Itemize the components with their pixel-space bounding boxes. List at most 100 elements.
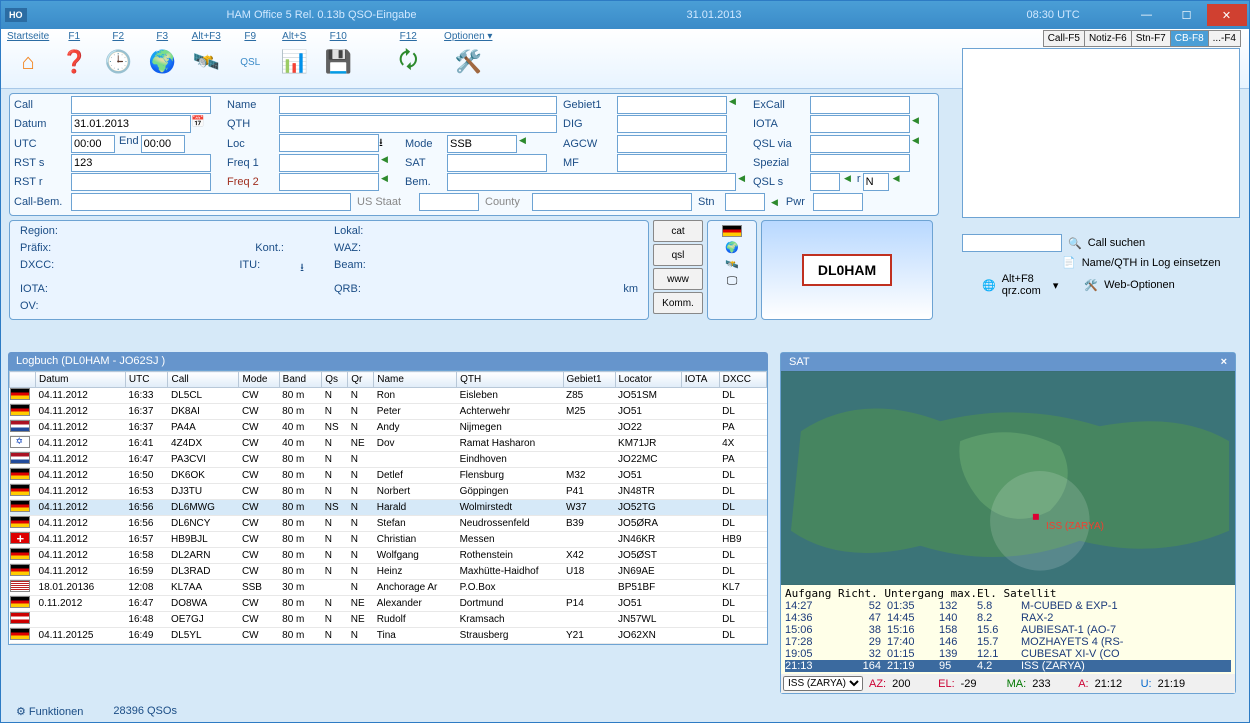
search-icon[interactable]: 🔍 — [1068, 237, 1082, 250]
table-row[interactable]: 04.11.201216:57HB9BJLCW80 mNNChristianMe… — [10, 532, 767, 548]
menu-f1[interactable]: F1 — [68, 31, 80, 45]
sat-close-icon[interactable]: × — [1221, 356, 1227, 368]
sat-row[interactable]: 14:27 5201:35132 5.8M-CUBED & EXP-1 — [785, 600, 1231, 612]
table-row[interactable]: 04.11.201216:56DL6MWGCW80 mNSNHaraldWolm… — [10, 500, 767, 516]
field[interactable] — [617, 96, 727, 114]
log-table[interactable]: DatumUTCCallModeBandQsQrNameQTHGebiet1Lo… — [9, 371, 767, 644]
tools-icon[interactable]: 🛠️ — [451, 45, 485, 79]
menu-f2[interactable]: F2 — [112, 31, 124, 45]
region-info: Region:Lokal: Präfix:Kont.:WAZ: DXCC:⭳IT… — [9, 220, 649, 320]
fld-county[interactable] — [532, 193, 692, 211]
stats-icon[interactable]: 📊 — [277, 45, 311, 79]
table-row[interactable]: 04.11.201216:37DK8AICW80 mNNPeterAchterw… — [10, 404, 767, 420]
doc-icon[interactable]: 📄 — [1062, 256, 1076, 269]
table-row[interactable]: 04.11.201216:47PA3CVICW80 mNNEindhovenJO… — [10, 452, 767, 468]
qrz-label[interactable]: Alt+F8 qrz.com — [1002, 273, 1041, 297]
search-label[interactable]: Call suchen — [1088, 237, 1145, 249]
menu-f3[interactable]: F3 — [156, 31, 168, 45]
status-func[interactable]: ⚙ Funktionen — [16, 705, 83, 718]
field[interactable] — [810, 96, 910, 114]
refresh-icon[interactable]: 🗘 — [391, 45, 425, 79]
fld-pwr[interactable] — [813, 193, 863, 211]
menu-alts[interactable]: Alt+S — [282, 31, 306, 45]
sat-row[interactable]: 21:13 16421:19 95 4.2ISS (ZARYA) — [785, 660, 1231, 672]
field[interactable] — [617, 135, 727, 153]
globe-mini-icon[interactable]: 🌍 — [725, 241, 739, 254]
insert-label[interactable]: Name/QTH in Log einsetzen — [1082, 257, 1221, 269]
fld-usstaat[interactable] — [419, 193, 479, 211]
close-button[interactable]: ✕ — [1207, 4, 1247, 26]
calendar-icon[interactable]: 📅 — [191, 115, 205, 133]
sat-row[interactable]: 19:05 3201:1513912.1CUBESAT XI-V (CO — [785, 648, 1231, 660]
tab-3[interactable]: CB-F8 — [1170, 30, 1209, 47]
search-call-input[interactable] — [962, 234, 1062, 252]
menu-altf3[interactable]: Alt+F3 — [192, 31, 221, 45]
table-row[interactable]: 04.11.201216:59DL3RADCW80 mNNHeinzMaxhüt… — [10, 564, 767, 580]
field[interactable] — [71, 154, 211, 172]
btn-qsl[interactable]: qsl — [653, 244, 703, 266]
tab-0[interactable]: Call-F5 — [1043, 30, 1085, 47]
flag-panel: DL0HAM — [761, 220, 933, 320]
tab-1[interactable]: Notiz-F6 — [1084, 30, 1132, 47]
field[interactable] — [617, 115, 727, 133]
menu-f9[interactable]: F9 — [244, 31, 256, 45]
sat-mini-icon[interactable]: 🛰️ — [725, 258, 739, 271]
table-row[interactable]: 16:48OE7GJCW80 mNNERudolfKramsachJN57WLD… — [10, 612, 767, 628]
monitor-icon[interactable]: 🖵 — [727, 275, 738, 288]
field[interactable] — [71, 173, 211, 191]
btn-www[interactable]: www — [653, 268, 703, 290]
help-icon[interactable]: ❓ — [57, 45, 91, 79]
field[interactable] — [617, 154, 727, 172]
home-icon[interactable]: ⌂ — [11, 45, 45, 79]
field[interactable] — [279, 173, 379, 191]
table-row[interactable]: 04.11.201216:414Z4DXCW40 mNNEDovRamat Ha… — [10, 436, 767, 452]
qsl-icon[interactable]: QSL — [233, 45, 267, 79]
field[interactable] — [447, 154, 547, 172]
lbl-callbem: Call-Bem. — [12, 196, 67, 208]
table-row[interactable]: 04.11.201216:37PA4ACW40 mNSNAndyNijmegen… — [10, 420, 767, 436]
sat-map-label: ISS (ZARYA) — [1046, 521, 1104, 532]
sat-row[interactable]: 14:36 4714:45140 8.2RAX-2 — [785, 612, 1231, 624]
sat-icon[interactable]: 🛰️ — [189, 45, 223, 79]
field[interactable] — [447, 135, 517, 153]
titlebar: HO HAM Office 5 Rel. 0.13b QSO-Eingabe 3… — [1, 1, 1249, 29]
table-row[interactable]: 18.01.2013612:08KL7AASSB30 mNAnchorage A… — [10, 580, 767, 596]
field[interactable] — [810, 115, 910, 133]
btn-cat[interactable]: cat — [653, 220, 703, 242]
maximize-button[interactable]: ☐ — [1167, 4, 1207, 26]
tab-2[interactable]: Stn-F7 — [1131, 30, 1171, 47]
menu-options[interactable]: Optionen ▾ — [444, 31, 492, 45]
notes-area[interactable] — [962, 48, 1240, 218]
table-row[interactable]: 0.11.201216:47DO8WACW80 mNNEAlexanderDor… — [10, 596, 767, 612]
menu-start[interactable]: Startseite — [7, 31, 49, 45]
table-row[interactable]: 04.11.201216:33DL5CLCW80 mNNRonEislebenZ… — [10, 388, 767, 404]
wrench-icon[interactable]: 🛠️ — [1084, 279, 1098, 292]
sat-row[interactable]: 15:06 3815:1615815.6AUBIESAT-1 (AO-7 — [785, 624, 1231, 636]
log-header: Logbuch (DL0HAM - JO62SJ ) — [8, 352, 768, 370]
sat-map[interactable]: ISS (ZARYA) — [781, 371, 1235, 585]
sat-select[interactable]: ISS (ZARYA) — [783, 676, 863, 691]
globe-icon[interactable]: 🌍 — [145, 45, 179, 79]
table-row[interactable]: 04.11.201216:58DL2ARNCW80 mNNWolfgangRot… — [10, 548, 767, 564]
field[interactable] — [810, 154, 910, 172]
btn-Komm.[interactable]: Komm. — [653, 292, 703, 314]
sat-row[interactable]: 17:28 2917:4014615.7MOZHAYETS 4 (RS- — [785, 636, 1231, 648]
table-row[interactable]: 04.11.201216:53DJ3TUCW80 mNNNorbertGöppi… — [10, 484, 767, 500]
tab-4[interactable]: ...-F4 — [1208, 30, 1241, 47]
field[interactable] — [279, 154, 379, 172]
field[interactable] — [810, 135, 910, 153]
fld-callbem[interactable] — [71, 193, 351, 211]
save-icon[interactable]: 💾 — [321, 45, 355, 79]
minimize-button[interactable]: — — [1127, 4, 1167, 26]
field[interactable] — [71, 96, 211, 114]
table-row[interactable]: 04.11.2012516:49DL5YLCW80 mNNTinaStrausb… — [10, 628, 767, 644]
clock-icon[interactable]: 🕒 — [101, 45, 135, 79]
menu-f10[interactable]: F10 — [330, 31, 347, 45]
web-label[interactable]: Web-Optionen — [1104, 279, 1175, 291]
table-row[interactable]: 04.11.201216:50DK6OKCW80 mNNDetlefFlensb… — [10, 468, 767, 484]
lbl-pwr: Pwr — [784, 196, 809, 208]
table-row[interactable]: 04.11.201216:56DL6NCYCW80 mNNStefanNeudr… — [10, 516, 767, 532]
fld-stn[interactable] — [725, 193, 765, 211]
lbl-usstaat: US Staat — [355, 196, 415, 208]
globe-qrz-icon[interactable]: 🌐 — [982, 279, 996, 292]
